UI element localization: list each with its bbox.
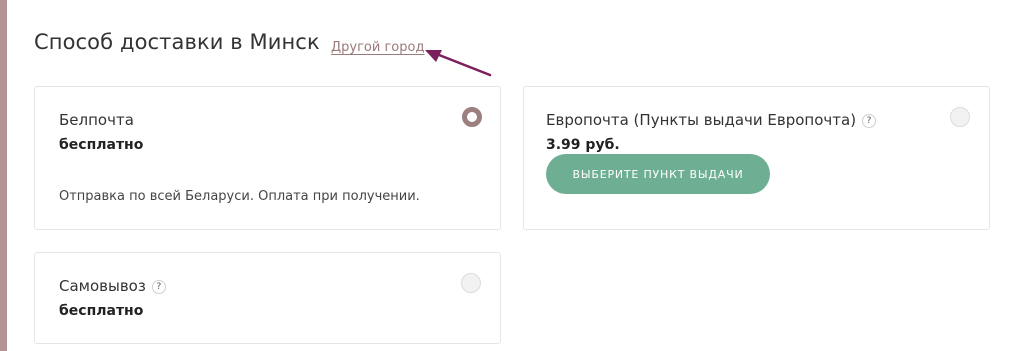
option-price: бесплатно [59,303,144,319]
help-icon[interactable]: ? [862,113,877,128]
delivery-option-pickup[interactable]: Самовывоз? бесплатно [34,252,501,344]
page-title: Способ доставки в Минск [34,30,320,54]
left-border-bar [0,0,7,351]
option-name: Белпочта [59,111,134,129]
option-price: бесплатно [59,137,144,153]
other-city-link[interactable]: Другой город [331,40,424,55]
option-name: Самовывоз? [59,277,166,295]
delivery-option-europochta[interactable]: Европочта (Пункты выдачи Европочта)? 3.9… [523,86,990,230]
option-name-text: Самовывоз [59,277,146,295]
radio-belpochta[interactable] [462,107,482,127]
option-name: Европочта (Пункты выдачи Европочта)? [546,111,877,129]
annotation-arrow-icon [425,50,492,77]
delivery-option-belpochta[interactable]: Белпочта бесплатно Отправка по всей Бела… [34,86,501,230]
help-icon[interactable]: ? [151,279,166,294]
option-price: 3.99 руб. [546,137,620,153]
radio-europochta[interactable] [950,107,970,127]
option-name-text: Европочта (Пункты выдачи Европочта) [546,111,857,129]
option-description: Отправка по всей Беларуси. Оплата при по… [59,189,420,204]
choose-pickup-point-button[interactable]: ВЫБЕРИТЕ ПУНКТ ВЫДАЧИ [546,154,770,194]
radio-pickup[interactable] [461,273,481,293]
